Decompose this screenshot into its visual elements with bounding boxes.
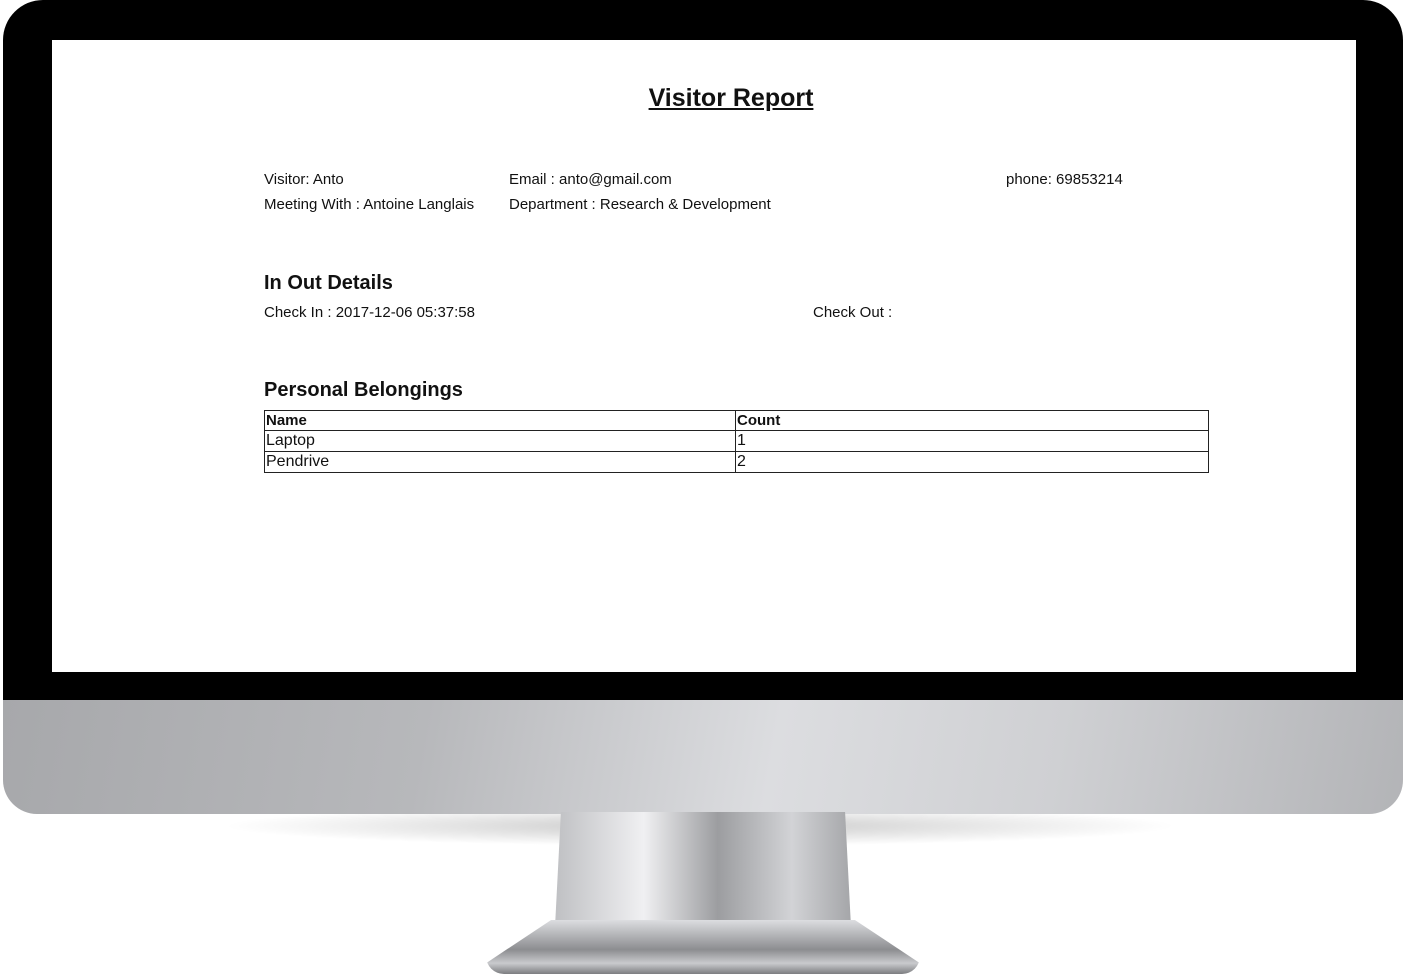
visitor-name: Visitor: Anto: [264, 171, 344, 188]
in-out-heading: In Out Details: [264, 272, 393, 294]
monitor-chin: [3, 700, 1403, 814]
report-title: Visitor Report: [648, 84, 814, 112]
belongings-heading: Personal Belongings: [264, 379, 463, 401]
table-row: Pendrive 2: [264, 451, 1209, 473]
department: Department : Research & Development: [509, 196, 771, 213]
check-out: Check Out :: [813, 304, 893, 321]
cell-item-count: 2: [735, 451, 1209, 473]
meeting-with: Meeting With : Antoine Langlais: [264, 196, 475, 213]
visitor-phone: phone: 69853214: [1006, 171, 1123, 188]
check-in: Check In : 2017-12-06 05:37:58: [264, 304, 475, 321]
table-header-row: Name Count: [264, 410, 1209, 431]
cell-item-name: Pendrive: [264, 451, 736, 473]
monitor-screen: Visitor Report Visitor: Anto Email : ant…: [52, 40, 1356, 672]
table-row: Laptop 1: [264, 430, 1209, 452]
cell-item-name: Laptop: [264, 430, 736, 452]
monitor-stand-neck: [555, 812, 851, 927]
cell-item-count: 1: [735, 430, 1209, 452]
column-header-name: Name: [264, 410, 736, 431]
column-header-count: Count: [735, 410, 1209, 431]
monitor-stand-base: [486, 920, 920, 974]
belongings-table: Name Count Laptop 1 Pendrive 2: [264, 410, 1209, 473]
visitor-email: Email : anto@gmail.com: [509, 171, 672, 188]
